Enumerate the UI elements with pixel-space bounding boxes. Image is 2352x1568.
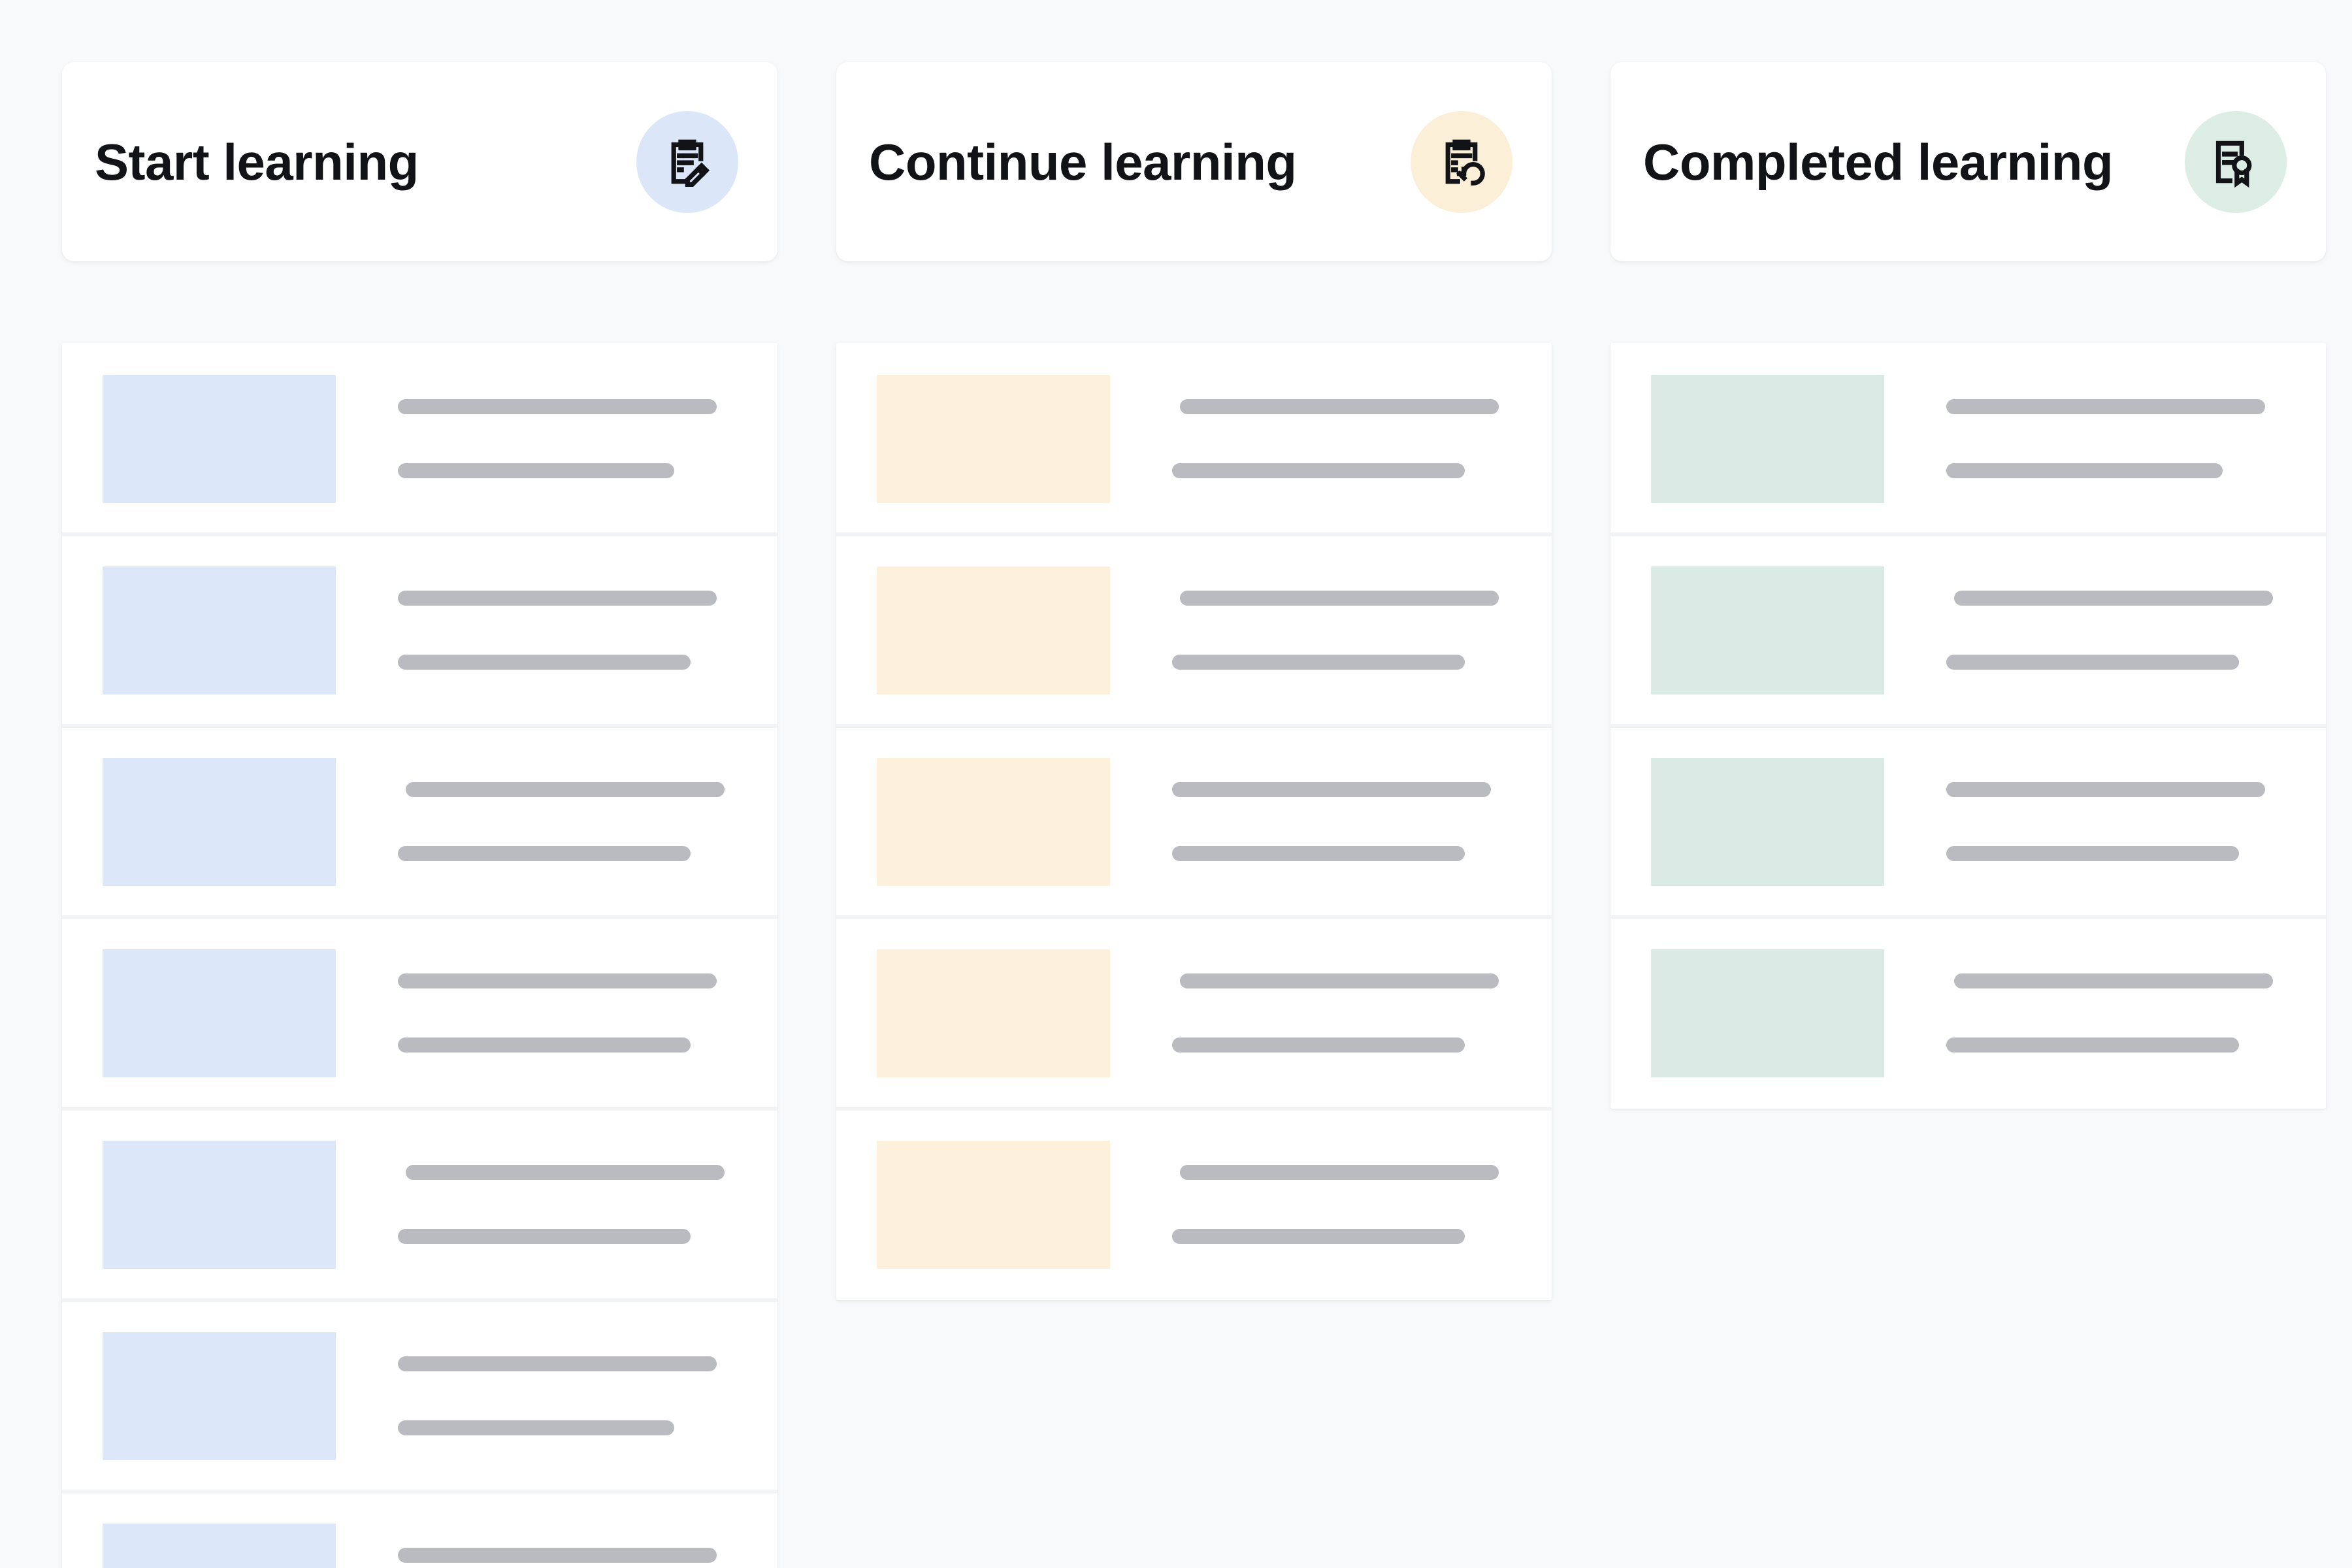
list-item[interactable] <box>1610 532 2326 726</box>
list-item[interactable] <box>1610 343 2326 534</box>
thumbnail-placeholder <box>877 566 1110 694</box>
thumbnail-placeholder <box>103 1331 336 1460</box>
subtitle-placeholder-bar <box>1172 1229 1465 1244</box>
text-placeholder-group <box>1884 591 2326 670</box>
subtitle-placeholder-bar <box>398 655 691 670</box>
list-item[interactable] <box>836 1107 1552 1300</box>
subtitle-placeholder-bar <box>398 1420 674 1435</box>
text-placeholder-group <box>336 1165 777 1244</box>
thumbnail-placeholder <box>1651 949 1884 1077</box>
list-item[interactable] <box>62 1107 777 1300</box>
title-placeholder-bar <box>1946 782 2265 797</box>
text-placeholder-group <box>1884 973 2326 1053</box>
title-placeholder-bar <box>406 1165 725 1180</box>
text-placeholder-group <box>336 782 777 861</box>
subtitle-placeholder-bar <box>1946 1037 2239 1053</box>
learning-column-continue-learning: Continue learning <box>836 62 1552 1300</box>
title-placeholder-bar <box>1954 973 2273 988</box>
thumbnail-placeholder <box>103 374 336 503</box>
title-placeholder-bar <box>406 782 725 797</box>
header-card-start-learning[interactable]: Start learning <box>62 62 777 261</box>
title-placeholder-bar <box>1946 399 2265 414</box>
clipboard-pencil-icon <box>636 110 738 213</box>
thumbnail-placeholder <box>103 566 336 694</box>
subtitle-placeholder-bar <box>1946 463 2223 478</box>
thumbnail-placeholder <box>103 1140 336 1269</box>
title-placeholder-bar <box>398 399 717 414</box>
text-placeholder-group <box>336 591 777 670</box>
text-placeholder-group <box>336 399 777 478</box>
thumbnail-placeholder <box>103 757 336 886</box>
learning-column-start-learning: Start learning <box>62 62 777 1568</box>
title-placeholder-bar <box>1180 973 1499 988</box>
title-placeholder-bar <box>398 1548 717 1563</box>
header-title: Start learning <box>95 133 419 191</box>
title-placeholder-bar <box>398 973 717 988</box>
subtitle-placeholder-bar <box>1172 846 1465 861</box>
title-placeholder-bar <box>1180 591 1499 606</box>
title-placeholder-bar <box>1180 1165 1499 1180</box>
text-placeholder-group <box>1110 782 1552 861</box>
text-placeholder-group <box>1110 399 1552 478</box>
list-item[interactable] <box>62 1298 777 1492</box>
list-item[interactable] <box>62 532 777 726</box>
subtitle-placeholder-bar <box>398 1229 691 1244</box>
header-title: Continue learning <box>869 133 1297 191</box>
text-placeholder-group <box>1884 782 2326 861</box>
subtitle-placeholder-bar <box>1172 1037 1465 1053</box>
text-placeholder-group <box>336 973 777 1053</box>
text-placeholder-group <box>1110 591 1552 670</box>
thumbnail-placeholder <box>877 374 1110 503</box>
list-item[interactable] <box>836 532 1552 726</box>
thumbnail-placeholder <box>103 1523 336 1568</box>
title-placeholder-bar <box>1180 399 1499 414</box>
list-item[interactable] <box>62 915 777 1109</box>
text-placeholder-group <box>336 1548 777 1568</box>
learning-column-completed-learning: Completed learning <box>1610 62 2326 1109</box>
thumbnail-placeholder <box>1651 374 1884 503</box>
list-card-continue-learning <box>836 343 1552 1300</box>
title-placeholder-bar <box>398 1356 717 1371</box>
list-card-start-learning <box>62 343 777 1568</box>
learning-board: Start learning Continue learning Complet… <box>0 0 2352 1568</box>
subtitle-placeholder-bar <box>1946 655 2239 670</box>
header-card-completed-learning[interactable]: Completed learning <box>1610 62 2326 261</box>
subtitle-placeholder-bar <box>398 1037 691 1053</box>
thumbnail-placeholder <box>877 949 1110 1077</box>
subtitle-placeholder-bar <box>1946 846 2239 861</box>
list-card-completed-learning <box>1610 343 2326 1109</box>
list-item[interactable] <box>836 915 1552 1109</box>
subtitle-placeholder-bar <box>1172 463 1465 478</box>
title-placeholder-bar <box>1172 782 1491 797</box>
text-placeholder-group <box>1110 973 1552 1053</box>
list-item[interactable] <box>1610 915 2326 1109</box>
list-item[interactable] <box>62 724 777 917</box>
list-item[interactable] <box>62 343 777 534</box>
subtitle-placeholder-bar <box>398 463 674 478</box>
list-item[interactable] <box>836 724 1552 917</box>
thumbnail-placeholder <box>1651 757 1884 886</box>
thumbnail-placeholder <box>1651 566 1884 694</box>
list-item[interactable] <box>836 343 1552 534</box>
header-title: Completed learning <box>1643 133 2114 191</box>
title-placeholder-bar <box>398 591 717 606</box>
thumbnail-placeholder <box>103 949 336 1077</box>
text-placeholder-group <box>336 1356 777 1435</box>
title-placeholder-bar <box>1954 591 2273 606</box>
thumbnail-placeholder <box>877 1140 1110 1269</box>
certificate-award-icon <box>2185 110 2287 213</box>
list-item[interactable] <box>1610 724 2326 917</box>
list-item[interactable] <box>62 1490 777 1568</box>
header-card-continue-learning[interactable]: Continue learning <box>836 62 1552 261</box>
text-placeholder-group <box>1110 1165 1552 1244</box>
subtitle-placeholder-bar <box>1172 655 1465 670</box>
thumbnail-placeholder <box>877 757 1110 886</box>
clipboard-rotate-arrow-icon <box>1411 110 1512 213</box>
subtitle-placeholder-bar <box>398 846 691 861</box>
learning-columns: Start learning Continue learning Complet… <box>0 62 2352 1568</box>
text-placeholder-group <box>1884 399 2326 478</box>
